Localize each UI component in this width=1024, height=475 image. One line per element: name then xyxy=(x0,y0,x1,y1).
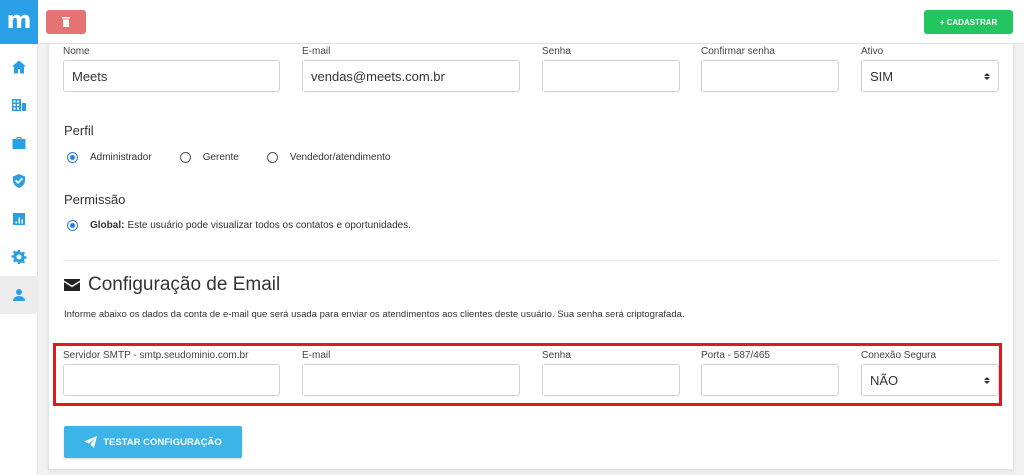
permissao-description: Este usuário pode visualizar todos os co… xyxy=(127,220,411,231)
briefcase-icon xyxy=(12,137,26,149)
smtp-email-input[interactable] xyxy=(302,364,520,396)
perfil-option-gerente[interactable]: Gerente xyxy=(179,152,239,163)
sidebar-item-companies[interactable] xyxy=(0,86,38,124)
conexao-segura-value: NÃO xyxy=(870,372,899,388)
conexao-segura-select[interactable]: NÃO xyxy=(861,364,999,396)
sidebar: m xyxy=(0,0,38,475)
perfil-options: Administrador Gerente Vendedor/atendimen… xyxy=(67,152,418,163)
perfil-option-administrador[interactable]: Administrador xyxy=(67,152,152,163)
confirmar-senha-label: Confirmar senha xyxy=(701,46,775,57)
user-form-card: Nome Meets E-mail vendas@meets.com.br Se… xyxy=(48,44,1014,470)
select-caret-icon xyxy=(984,376,990,384)
trash-icon xyxy=(62,17,70,27)
email-config-title: Configuração de Email xyxy=(64,274,280,296)
delete-button[interactable] xyxy=(46,10,86,34)
nome-label: Nome xyxy=(63,46,90,57)
sidebar-item-tasks[interactable] xyxy=(0,162,38,200)
email-input[interactable]: vendas@meets.com.br xyxy=(302,60,520,92)
gear-icon xyxy=(11,250,27,264)
sidebar-nav xyxy=(0,48,38,314)
permissao-option-global[interactable]: Global: Este usuário pode visualizar tod… xyxy=(67,220,411,231)
smtp-senha-label: Senha xyxy=(542,350,571,361)
conexao-segura-label: Conexão Segura xyxy=(861,350,937,361)
nome-field: Nome Meets xyxy=(63,46,280,92)
confirmar-senha-field: Confirmar senha xyxy=(701,46,839,92)
perfil-option-label: Vendedor/atendimento xyxy=(289,152,391,163)
ativo-field: Ativo SIM xyxy=(861,46,999,92)
perfil-title: Perfil xyxy=(64,123,94,138)
ativo-value: SIM xyxy=(870,68,894,84)
smtp-server-input[interactable] xyxy=(63,364,280,396)
app-logo[interactable]: m xyxy=(0,0,38,44)
user-icon xyxy=(13,289,25,301)
test-configuration-button[interactable]: TESTAR CONFIGURAÇÃO xyxy=(64,426,242,458)
sidebar-item-settings[interactable] xyxy=(0,238,38,276)
perfil-option-label: Administrador xyxy=(90,152,152,163)
senha-field: Senha xyxy=(542,46,680,92)
radio-checked-icon[interactable] xyxy=(67,220,78,231)
top-toolbar: + CADASTRAR xyxy=(38,0,1024,44)
building-icon xyxy=(12,99,26,111)
smtp-server-field: Servidor SMTP - smtp.seudominio.com.br xyxy=(63,350,280,396)
confirmar-senha-input[interactable] xyxy=(701,60,839,92)
smtp-senha-field: Senha xyxy=(542,350,680,396)
senha-input[interactable] xyxy=(542,60,680,92)
smtp-porta-field: Porta - 587/465 xyxy=(701,350,839,396)
ativo-select[interactable]: SIM xyxy=(861,60,999,92)
conexao-segura-field: Conexão Segura NÃO xyxy=(861,350,999,396)
smtp-email-label: E-mail xyxy=(302,350,331,361)
perfil-option-label: Gerente xyxy=(202,152,239,163)
nome-input[interactable]: Meets xyxy=(63,60,280,92)
envelope-icon xyxy=(64,279,80,291)
smtp-senha-input[interactable] xyxy=(542,364,680,396)
sidebar-item-home[interactable] xyxy=(0,48,38,86)
paper-plane-icon xyxy=(84,436,98,448)
bar-chart-icon xyxy=(13,213,25,225)
home-icon xyxy=(12,60,26,74)
smtp-server-label: Servidor SMTP - smtp.seudominio.com.br xyxy=(63,350,249,361)
shield-check-icon xyxy=(13,174,25,188)
radio-icon[interactable] xyxy=(266,152,278,163)
email-label: E-mail xyxy=(302,46,331,57)
senha-label: Senha xyxy=(542,46,571,57)
smtp-porta-input[interactable] xyxy=(701,364,839,396)
email-config-title-text: Configuração de Email xyxy=(88,274,281,295)
sidebar-item-users[interactable] xyxy=(0,276,38,314)
radio-checked-icon[interactable] xyxy=(67,152,78,163)
cadastrar-button[interactable]: + CADASTRAR xyxy=(924,10,1013,34)
test-configuration-label: TESTAR CONFIGURAÇÃO xyxy=(103,436,222,448)
sidebar-item-reports[interactable] xyxy=(0,200,38,238)
smtp-porta-label: Porta - 587/465 xyxy=(701,350,770,361)
permissao-bold-label: Global: xyxy=(90,220,125,231)
permissao-title: Permissão xyxy=(64,192,126,207)
email-config-description: Informe abaixo os dados da conta de e-ma… xyxy=(64,309,685,320)
perfil-option-vendedor[interactable]: Vendedor/atendimento xyxy=(266,152,391,163)
ativo-label: Ativo xyxy=(861,46,884,57)
smtp-email-field: E-mail xyxy=(302,350,520,396)
radio-icon[interactable] xyxy=(179,152,191,163)
select-caret-icon xyxy=(984,72,990,80)
section-divider xyxy=(63,260,998,261)
sidebar-item-deals[interactable] xyxy=(0,124,38,162)
email-field: E-mail vendas@meets.com.br xyxy=(302,46,520,92)
